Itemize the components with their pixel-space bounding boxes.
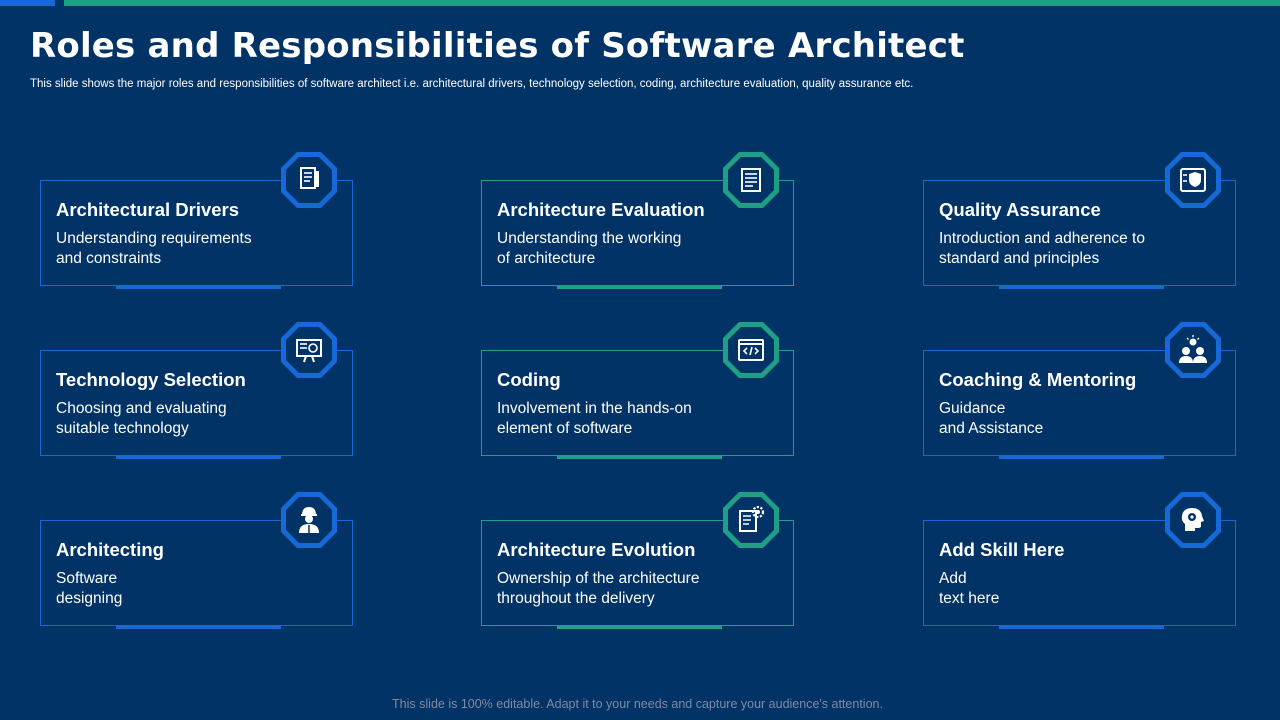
card-underline xyxy=(999,625,1164,629)
card-underline xyxy=(999,455,1164,459)
checklist-icon xyxy=(722,151,780,209)
shield-checklist-icon xyxy=(1164,151,1222,209)
card-title: Technology Selection xyxy=(56,369,246,390)
top-accent-bar-green xyxy=(64,0,1280,6)
card-title: Architecture Evolution xyxy=(497,539,696,560)
card-description: Understanding requirements and constrain… xyxy=(56,230,252,267)
card-title: Coaching & Mentoring xyxy=(939,369,1137,390)
card-underline xyxy=(116,625,281,629)
card-underline xyxy=(116,285,281,289)
mentoring-icon xyxy=(1164,321,1222,379)
head-gear-icon xyxy=(1164,491,1222,549)
card-description: Guidance and Assistance xyxy=(939,400,1044,437)
card-title: Architecting xyxy=(56,539,164,560)
engineer-icon xyxy=(280,491,338,549)
card-underline xyxy=(999,285,1164,289)
card-description: Add text here xyxy=(939,570,1000,607)
gear-document-icon xyxy=(722,491,780,549)
slide-subtitle: This slide shows the major roles and res… xyxy=(30,78,914,90)
top-accent-bar-blue xyxy=(0,0,55,6)
blueprint-icon xyxy=(280,321,338,379)
card-title: Architectural Drivers xyxy=(56,199,240,220)
card-description: Ownership of the architecture throughout… xyxy=(497,570,700,607)
card-description: Involvement in the hands-on element of s… xyxy=(497,400,692,437)
card-description: Introduction and adherence to standard a… xyxy=(939,230,1145,267)
card-title: Architecture Evaluation xyxy=(497,199,705,220)
card-underline xyxy=(557,285,722,289)
card-description: Choosing and evaluating suitable technol… xyxy=(56,400,227,437)
document-icon xyxy=(280,151,338,209)
slide-title: Roles and Responsibilities of Software A… xyxy=(30,26,965,66)
card-description: Software designing xyxy=(56,570,123,607)
card-underline xyxy=(557,455,722,459)
card-title: Quality Assurance xyxy=(939,199,1101,220)
footer-note: This slide is 100% editable. Adapt it to… xyxy=(392,697,883,711)
card-description: Understanding the working of architectur… xyxy=(497,230,682,267)
card-underline xyxy=(557,625,722,629)
card-title: Coding xyxy=(497,369,561,390)
card-title: Add Skill Here xyxy=(939,539,1065,560)
card-underline xyxy=(116,455,281,459)
code-window-icon xyxy=(722,321,780,379)
